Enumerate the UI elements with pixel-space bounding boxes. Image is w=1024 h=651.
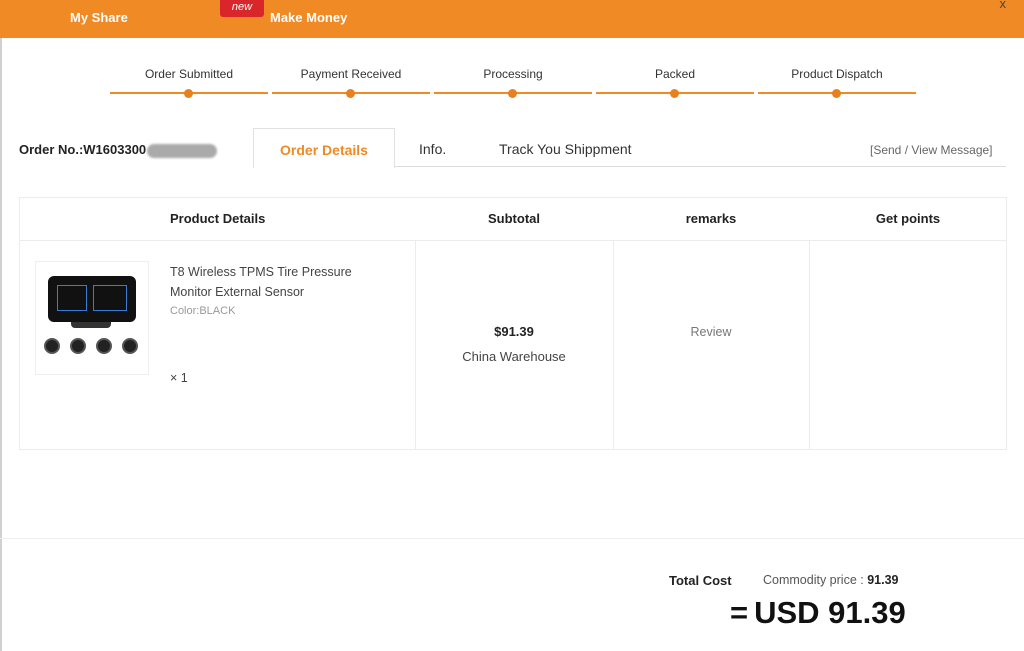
sensor-cap-icon — [70, 338, 86, 354]
grand-total-value: USD 91.39 — [754, 595, 906, 630]
footer-divider — [0, 538, 1024, 539]
step-dot — [670, 89, 679, 98]
sensor-cap-icon — [122, 338, 138, 354]
make-money-link[interactable]: Make Money — [270, 10, 347, 25]
step-label: Payment Received — [300, 67, 402, 81]
step-label: Processing — [483, 67, 543, 81]
product-image[interactable] — [35, 261, 149, 375]
item-warehouse: China Warehouse — [462, 349, 566, 364]
column-divider — [415, 240, 416, 450]
header-remarks: remarks — [685, 211, 737, 226]
grand-total: = USD 91.39 — [730, 595, 906, 631]
step-dot — [508, 89, 517, 98]
column-divider — [809, 240, 810, 450]
new-badge: new — [220, 0, 264, 17]
tab-track-shipment[interactable]: Track You Shippment — [499, 128, 632, 168]
step-product-dispatch: Product Dispatch — [758, 66, 916, 106]
my-share-link[interactable]: My Share — [70, 10, 128, 25]
header-product-details: Product Details — [170, 211, 266, 226]
commodity-price-value: 91.39 — [867, 573, 899, 587]
item-subtotal-price: $91.39 — [494, 324, 534, 339]
step-label: Order Submitted — [144, 67, 234, 81]
commodity-price-label: Commodity price : — [763, 573, 864, 587]
monitor-screen-left — [57, 285, 87, 311]
product-title-link[interactable]: T8 Wireless TPMS Tire Pressure Monitor E… — [170, 262, 390, 302]
tab-underline — [395, 166, 1006, 167]
step-processing: Processing — [434, 66, 592, 106]
product-quantity: × 1 — [170, 371, 188, 385]
product-color: Color:BLACK — [170, 305, 236, 317]
step-packed: Packed — [596, 66, 754, 106]
order-progress: Order Submitted Payment Received Process… — [110, 66, 916, 106]
step-dot — [346, 89, 355, 98]
column-divider — [613, 240, 614, 450]
step-order-submitted: Order Submitted — [110, 66, 268, 106]
tpms-monitor-graphic — [48, 276, 136, 322]
total-cost-label: Total Cost — [669, 573, 732, 588]
equals-sign: = — [730, 595, 749, 630]
sensor-cap-icon — [96, 338, 112, 354]
top-nav-bar: My Share new Make Money x — [0, 0, 1024, 38]
order-items-table: Product Details Subtotal remarks Get poi… — [19, 197, 1007, 450]
tab-order-details[interactable]: Order Details — [253, 128, 395, 168]
step-dot — [832, 89, 841, 98]
step-payment-received: Payment Received — [272, 66, 430, 106]
monitor-stand — [71, 322, 111, 328]
header-subtotal: Subtotal — [488, 211, 540, 226]
header-get-points: Get points — [875, 211, 941, 226]
send-view-message-link[interactable]: [Send / View Message] — [870, 143, 993, 157]
close-icon[interactable]: x — [1000, 0, 1007, 11]
review-link[interactable]: Review — [613, 325, 809, 339]
header-divider — [20, 240, 1006, 241]
tab-info[interactable]: Info. — [419, 128, 446, 168]
step-label: Packed — [654, 67, 696, 81]
commodity-price: Commodity price : 91.39 — [763, 573, 899, 587]
step-dot — [184, 89, 193, 98]
step-label: Product Dispatch — [791, 67, 883, 81]
monitor-screen-right — [93, 285, 127, 311]
sensor-cap-icon — [44, 338, 60, 354]
